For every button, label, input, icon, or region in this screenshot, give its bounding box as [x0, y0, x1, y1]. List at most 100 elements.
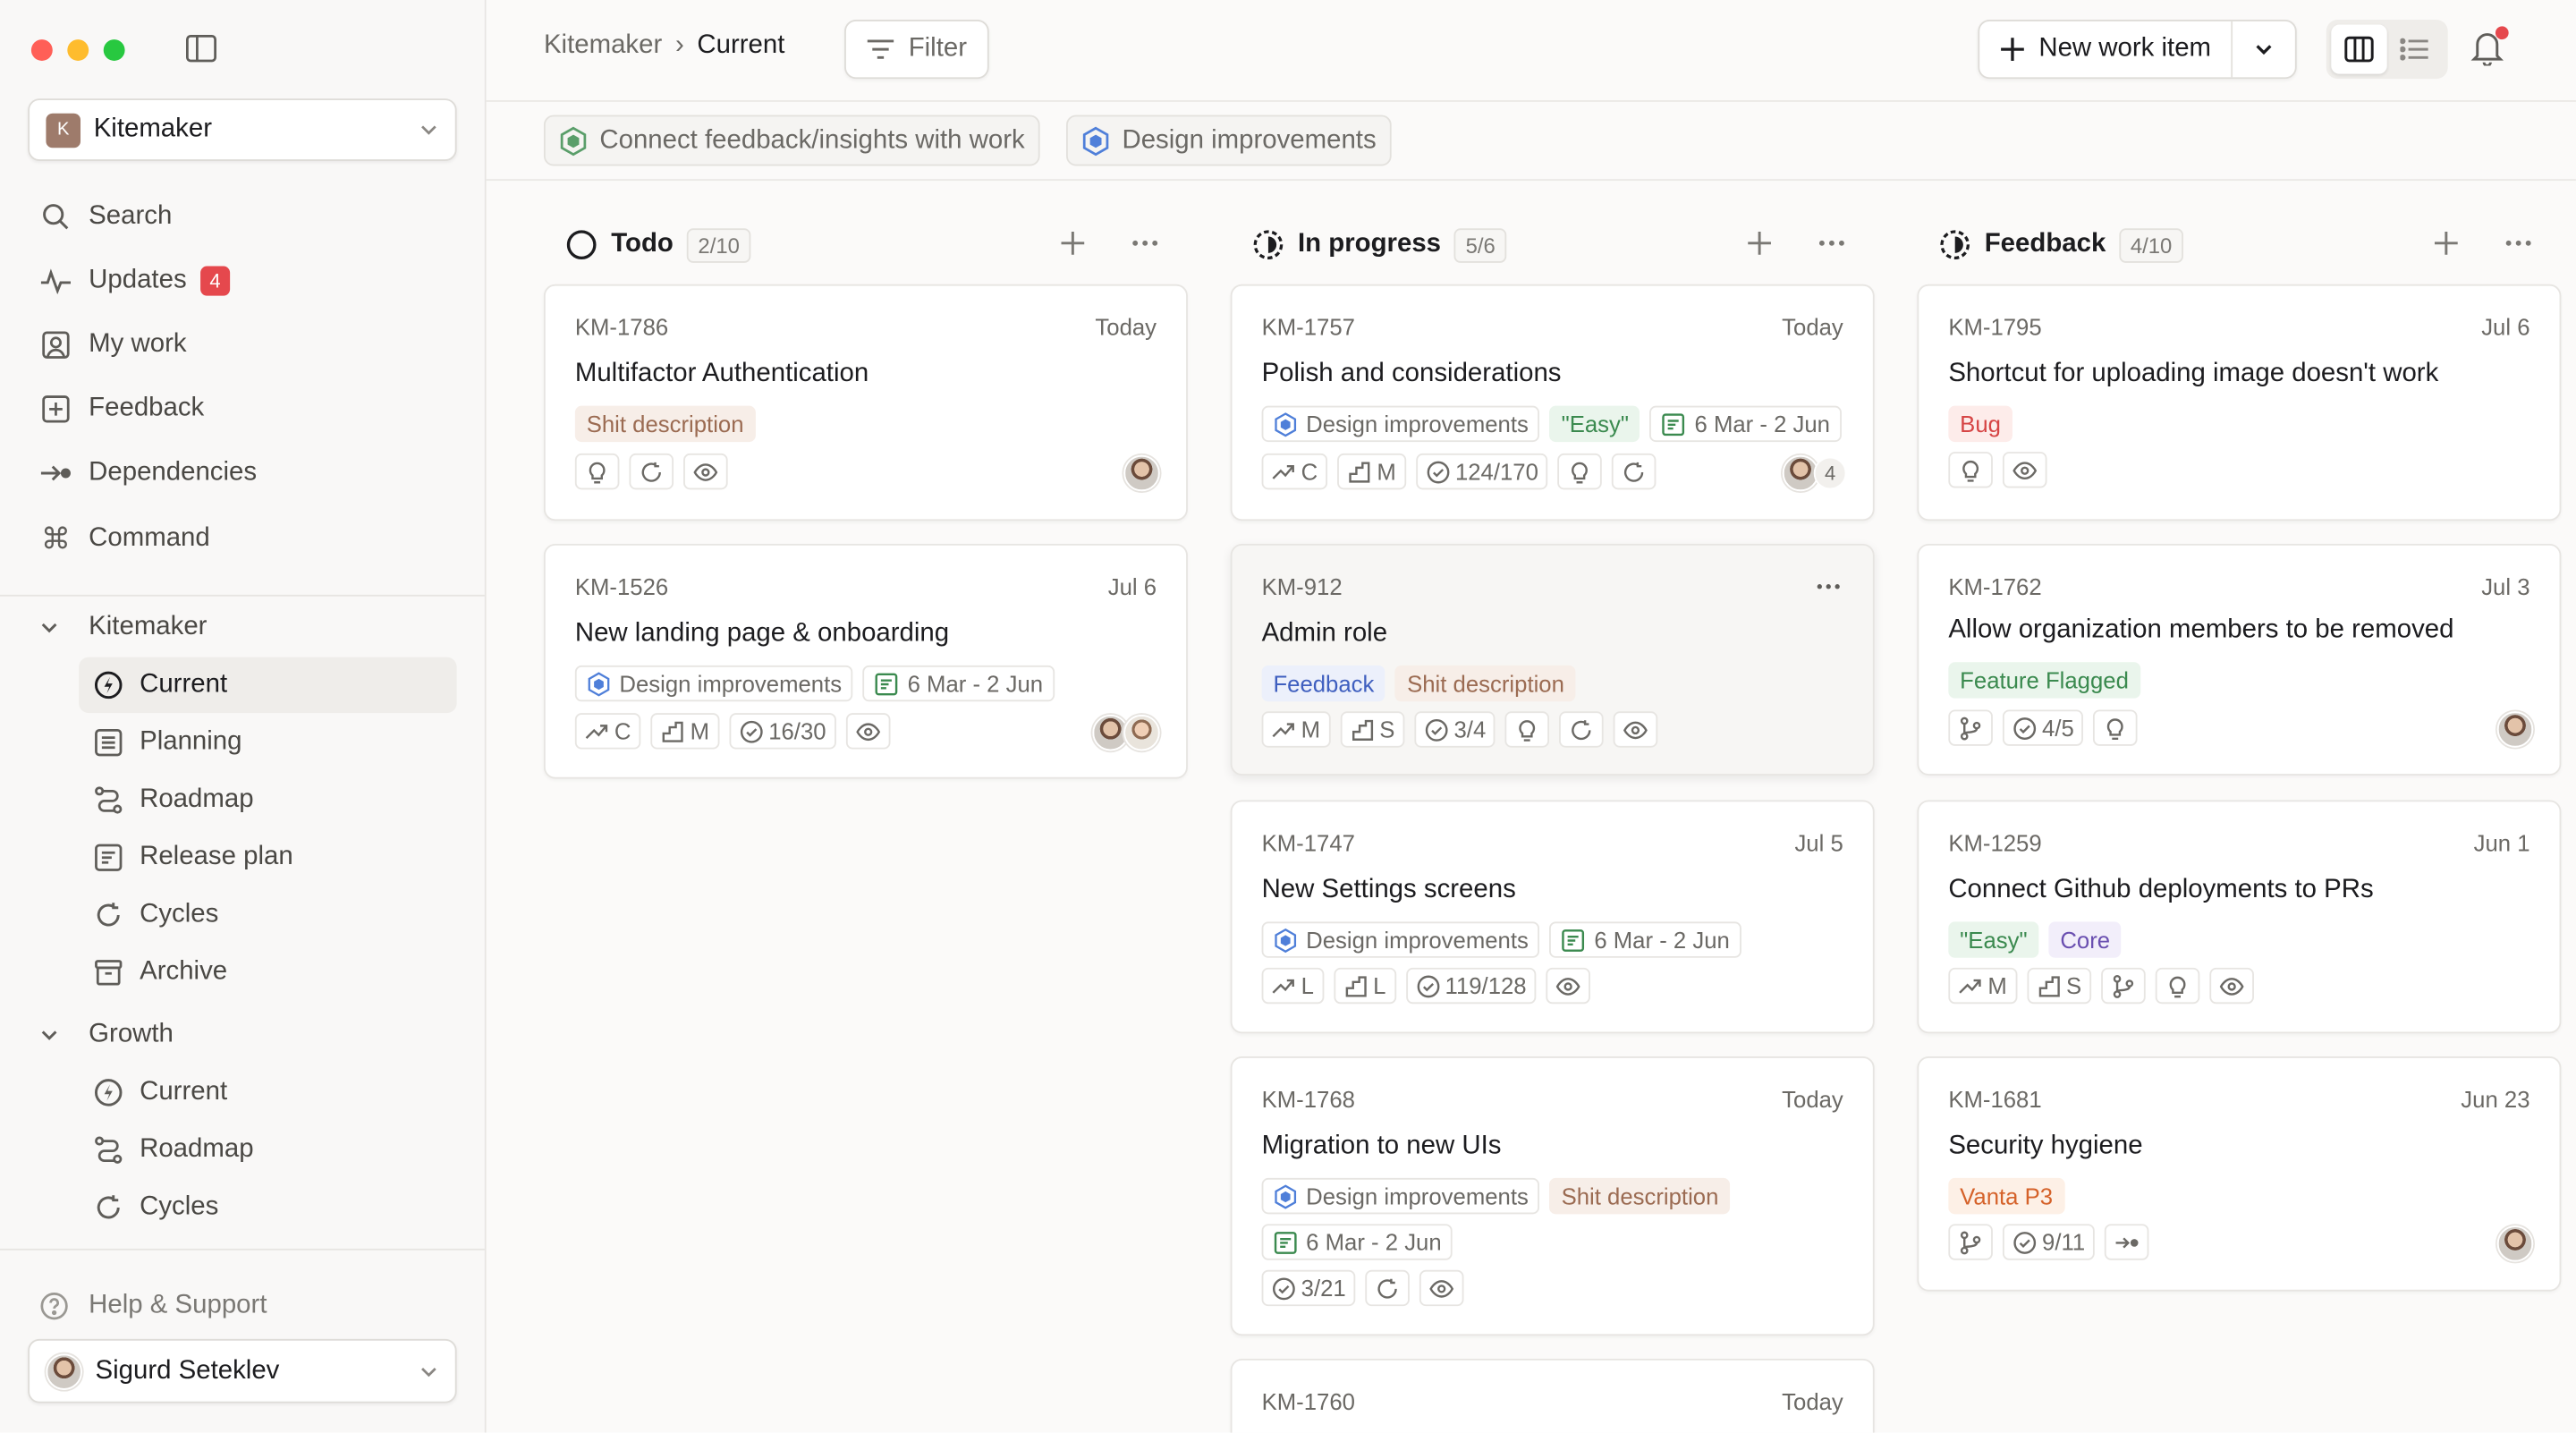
effort-pill[interactable]: S	[1340, 711, 1405, 748]
insights-pill[interactable]	[2093, 709, 2139, 746]
impact-pill[interactable]: M	[1261, 711, 1331, 748]
work-item-card[interactable]: KM-1757 Today Polish and considerations …	[1230, 284, 1875, 521]
board-view-button[interactable]	[2331, 24, 2387, 74]
column-more-icon[interactable]	[2502, 226, 2535, 259]
watchers-pill[interactable]	[1614, 711, 1659, 748]
label-tag[interactable]: Shit description	[1395, 665, 1576, 702]
breadcrumb-parent[interactable]: Kitemaker	[544, 31, 662, 61]
date-range-tag[interactable]: 6 Mar - 2 Jun	[1649, 405, 1842, 443]
initiative-tag[interactable]: Design improvements	[574, 665, 853, 702]
label-tag[interactable]: Core	[2048, 921, 2122, 958]
effort-pill[interactable]: M	[650, 713, 720, 750]
sidebar-item-archive[interactable]: Archive	[79, 945, 456, 1000]
label-tag[interactable]: Feature Flagged	[1948, 662, 2140, 699]
effort-pill[interactable]: L	[1334, 967, 1396, 1005]
column-more-icon[interactable]	[1816, 226, 1849, 259]
insights-pill[interactable]	[1505, 711, 1550, 748]
todos-pill[interactable]: 119/128	[1405, 967, 1537, 1005]
label-tag[interactable]: Vanta P3	[1948, 1177, 2064, 1215]
watchers-pill[interactable]	[1546, 967, 1591, 1005]
initiative-tag[interactable]: Design improvements	[1261, 1177, 1540, 1215]
label-tag[interactable]: Shit description	[574, 405, 756, 443]
new-work-item-dropdown[interactable]	[2233, 39, 2294, 59]
watchers-pill[interactable]	[845, 713, 891, 750]
card-more-icon[interactable]	[1814, 572, 1843, 601]
notifications-bell-icon[interactable]	[2470, 26, 2510, 69]
avatar[interactable]	[1123, 454, 1160, 492]
space-growth-header[interactable]: Growth	[39, 1013, 174, 1056]
effort-pill[interactable]: S	[2026, 967, 2092, 1005]
work-item-card[interactable]: KM-1762 Jul 3 Allow organization members…	[1917, 543, 2562, 776]
watchers-pill[interactable]	[1419, 1269, 1464, 1307]
branch-pill[interactable]	[2101, 967, 2146, 1005]
column-more-icon[interactable]	[1129, 226, 1162, 259]
cycle-pill[interactable]	[1365, 1269, 1411, 1307]
space-kitemaker-header[interactable]: Kitemaker	[39, 606, 207, 649]
filter-chip-initiative[interactable]: Connect feedback/insights with work	[543, 114, 1040, 166]
cycle-pill[interactable]	[1559, 711, 1605, 748]
zoom-window-button[interactable]	[103, 39, 125, 61]
nav-command[interactable]: ⌘ Command	[39, 514, 210, 564]
watchers-pill[interactable]	[683, 453, 728, 490]
nav-feedback[interactable]: Feedback	[39, 385, 204, 434]
add-card-plus-icon[interactable]	[1743, 226, 1776, 259]
watchers-pill[interactable]	[2002, 452, 2047, 488]
help-support-link[interactable]: Help & Support	[39, 1285, 267, 1327]
work-item-card[interactable]: KM-1526 Jul 6 New landing page & onboard…	[543, 543, 1188, 779]
sidebar-toggle-icon[interactable]	[186, 35, 217, 63]
minimize-window-button[interactable]	[67, 39, 89, 61]
avatar[interactable]	[2496, 1225, 2534, 1262]
insights-pill[interactable]	[574, 453, 620, 490]
workspace-switcher[interactable]: K Kitemaker	[28, 98, 457, 161]
nav-my-work[interactable]: My work	[39, 320, 187, 369]
branch-pill[interactable]	[1948, 709, 1993, 746]
avatar[interactable]	[2496, 711, 2534, 748]
filter-chip-initiative[interactable]: Design improvements	[1066, 114, 1392, 166]
add-card-plus-icon[interactable]	[2429, 226, 2462, 259]
watchers-pill[interactable]	[2209, 967, 2254, 1005]
branch-pill[interactable]	[1948, 1224, 1993, 1260]
initiative-tag[interactable]: Design improvements	[1261, 405, 1540, 443]
user-menu[interactable]: Sigurd Seteklev	[28, 1338, 457, 1403]
todos-pill[interactable]: 3/4	[1414, 711, 1496, 748]
dependency-pill[interactable]	[2105, 1224, 2149, 1260]
impact-pill[interactable]: C	[1261, 453, 1328, 490]
list-view-button[interactable]	[2387, 25, 2443, 74]
date-range-tag[interactable]: 6 Mar - 2 Jun	[862, 665, 1055, 702]
work-item-card[interactable]: KM-1795 Jul 6 Shortcut for uploading ima…	[1917, 284, 2562, 521]
todos-pill[interactable]: 4/5	[2002, 709, 2084, 746]
impact-pill[interactable]: L	[1261, 967, 1325, 1005]
insights-pill[interactable]	[1557, 453, 1603, 490]
work-item-card[interactable]: KM-1681 Jun 23 Security hygiene Vanta P3…	[1917, 1056, 2562, 1292]
date-range-tag[interactable]: 6 Mar - 2 Jun	[1549, 921, 1741, 958]
work-item-card[interactable]: KM-912 Admin role Feedback Shit descript…	[1230, 543, 1875, 776]
add-card-plus-icon[interactable]	[1056, 226, 1089, 259]
impact-pill[interactable]: M	[1948, 967, 2017, 1005]
work-item-card[interactable]: KM-1747 Jul 5 New Settings screens Desig…	[1230, 800, 1875, 1034]
label-tag[interactable]: Feedback	[1261, 665, 1386, 702]
insights-pill[interactable]	[2155, 967, 2200, 1005]
todos-pill[interactable]: 3/21	[1261, 1269, 1356, 1307]
sidebar-item-roadmap[interactable]: Roadmap	[79, 772, 456, 827]
extra-watchers-count[interactable]: 4	[1813, 456, 1847, 490]
todos-pill[interactable]: 9/11	[2002, 1224, 2096, 1260]
close-window-button[interactable]	[30, 39, 53, 61]
work-item-card[interactable]: KM-1760 Today	[1230, 1358, 1875, 1433]
sidebar-item-cycles[interactable]: Cycles	[79, 887, 456, 943]
cycle-pill[interactable]	[629, 453, 674, 490]
cycle-pill[interactable]	[1612, 453, 1657, 490]
work-item-card[interactable]: KM-1768 Today Migration to new UIs Desig…	[1230, 1056, 1875, 1336]
insights-pill[interactable]	[1948, 452, 1993, 488]
nav-search[interactable]: Search	[39, 192, 172, 242]
sidebar-item-release-plan[interactable]: Release plan	[79, 830, 456, 886]
nav-updates[interactable]: Updates 4	[39, 257, 231, 306]
new-work-item-button[interactable]: New work item	[1979, 21, 2233, 78]
label-tag[interactable]: "Easy"	[1948, 921, 2039, 958]
label-tag[interactable]: "Easy"	[1549, 405, 1640, 443]
sidebar-item-growth-roadmap[interactable]: Roadmap	[79, 1122, 456, 1177]
initiative-tag[interactable]: Design improvements	[1261, 921, 1540, 958]
sidebar-item-current[interactable]: Current	[79, 657, 457, 714]
filter-button[interactable]: Filter	[844, 20, 989, 80]
avatar[interactable]	[1123, 714, 1160, 751]
date-range-tag[interactable]: 6 Mar - 2 Jun	[1261, 1224, 1453, 1260]
